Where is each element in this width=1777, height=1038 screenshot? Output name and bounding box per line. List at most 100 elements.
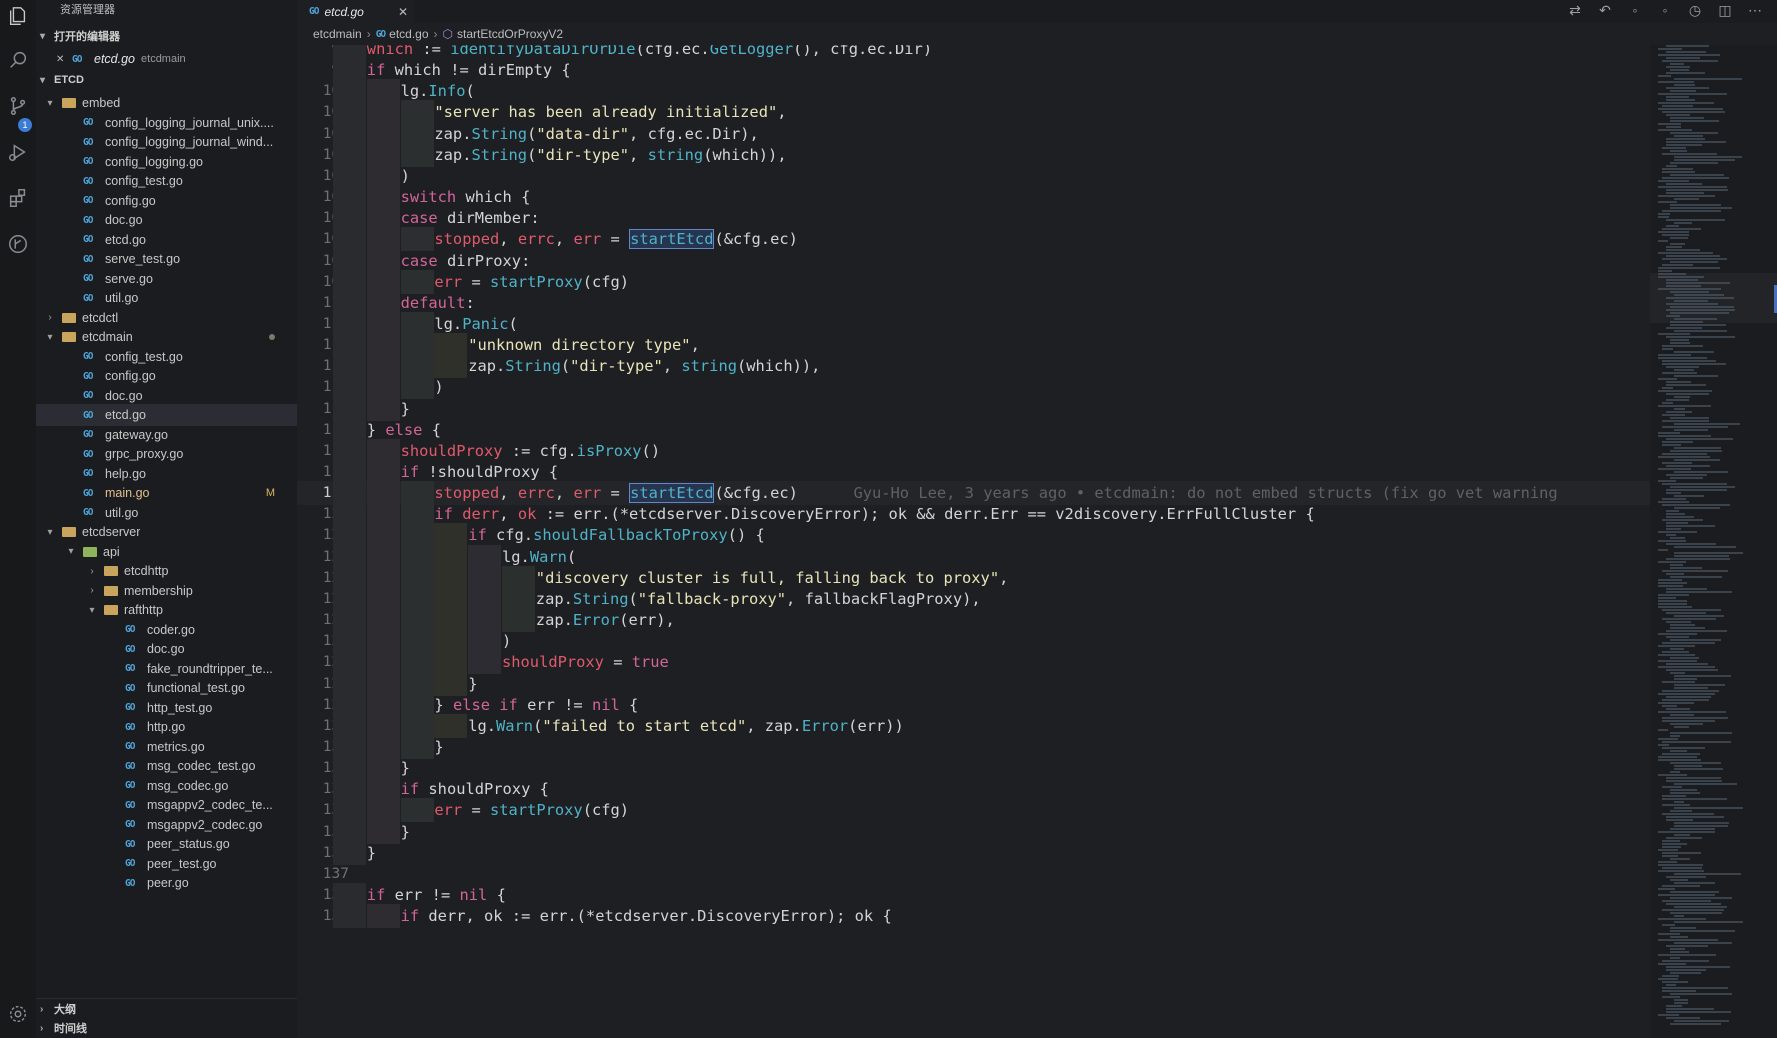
tree-file[interactable]: GO peer.go xyxy=(36,872,297,894)
minimap-line xyxy=(1670,879,1688,881)
tree-item-label: serve_test.go xyxy=(105,252,181,266)
explorer-icon[interactable] xyxy=(6,4,30,28)
go-file-icon: GO xyxy=(125,760,135,772)
tab-etcd-go[interactable]: GO etcd.go ✕ xyxy=(297,0,414,23)
tab-close-icon[interactable]: ✕ xyxy=(398,5,408,19)
code-token: (which)), xyxy=(736,357,821,376)
source-control-icon[interactable] xyxy=(6,94,30,118)
minimap-line xyxy=(1670,132,1718,134)
minimap-line xyxy=(1658,333,1690,335)
minimap-line xyxy=(1670,567,1702,569)
minimap-line xyxy=(1666,225,1679,227)
tree-item-label: util.go xyxy=(105,505,139,520)
next-change-icon[interactable]: ◦ xyxy=(1655,2,1675,19)
code-token: "data-dir" xyxy=(536,124,630,143)
tree-item-label: config_logging_journal_unix.... xyxy=(105,115,274,130)
split-editor-icon[interactable]: ◫ xyxy=(1715,2,1735,19)
code-token: , xyxy=(499,505,518,524)
minimap-line xyxy=(1662,786,1682,788)
go-file-icon: GO xyxy=(125,663,135,674)
tree-item-label: doc.go xyxy=(105,388,143,403)
run-debug-icon[interactable] xyxy=(6,140,30,164)
code-editor[interactable]: 98which := identifyDataDirOrDie(cfg.ec.G… xyxy=(297,45,1650,1038)
extensions-icon[interactable] xyxy=(6,186,30,210)
open-editors-header[interactable]: ▾ 打开的编辑器 xyxy=(36,26,297,46)
minimap-line xyxy=(1666,837,1702,839)
minimap-line xyxy=(1662,960,1709,962)
minimap-line xyxy=(1662,855,1678,857)
minimap-line xyxy=(1674,375,1718,377)
tree-item-label: main.go xyxy=(105,486,150,500)
tree-item-label: config.go xyxy=(105,369,156,383)
git-graph-icon[interactable] xyxy=(6,232,30,256)
minimap-line xyxy=(1658,231,1689,233)
code-token: stopped xyxy=(434,484,500,503)
minimap-line xyxy=(1666,630,1727,632)
breadcrumb-symbol[interactable]: startEtcdOrProxyV2 xyxy=(457,27,563,41)
go-file-icon: GO xyxy=(83,507,93,518)
minimap-line xyxy=(1662,498,1686,500)
close-icon[interactable]: ✕ xyxy=(56,54,68,65)
minimap-line xyxy=(1674,555,1729,557)
go-back-icon[interactable]: ↶ xyxy=(1595,2,1615,19)
minimap-line xyxy=(1674,822,1729,824)
minimap-line xyxy=(1670,936,1688,938)
minimap-line xyxy=(1662,753,1700,755)
tree-item-label: serve.go xyxy=(105,271,153,286)
minimap-line xyxy=(1658,774,1687,776)
go-file-icon: GO xyxy=(83,234,93,245)
timeline-header[interactable]: › 时间线 xyxy=(36,1018,297,1038)
more-actions-icon[interactable]: ⋯ xyxy=(1745,2,1765,19)
explorer-sidebar: 资源管理器 ▾ 打开的编辑器 ✕ GO etcd.go etcdmain ▾ E… xyxy=(36,0,297,1038)
minimap-line xyxy=(1674,318,1717,320)
minimap-line xyxy=(1658,666,1715,668)
workspace-root-header[interactable]: ▾ ETCD xyxy=(36,70,297,90)
minimap-line xyxy=(1658,354,1691,356)
code-token: ( xyxy=(527,124,537,143)
minimap-line xyxy=(1662,741,1731,743)
minimap-line xyxy=(1662,228,1701,230)
minimap-line xyxy=(1658,540,1686,542)
minimap-line xyxy=(1662,210,1721,212)
search-icon[interactable] xyxy=(6,48,30,72)
timeline-icon[interactable]: ◷ xyxy=(1685,2,1705,19)
tree-item-label: rafthttp xyxy=(124,603,163,617)
minimap-line xyxy=(1666,489,1727,491)
minimap-line xyxy=(1658,756,1697,758)
minimap-line xyxy=(1662,813,1714,815)
tree-item-label: msg_codec.go xyxy=(147,778,229,793)
go-file-icon: GO xyxy=(72,53,82,65)
code-token: , xyxy=(629,145,648,164)
code-token: lg. xyxy=(434,314,463,333)
code-token: lg. xyxy=(502,547,530,566)
code-token: = xyxy=(462,272,491,291)
code-token: err xyxy=(434,801,463,820)
minimap-line xyxy=(1662,690,1719,692)
minimap-line xyxy=(1658,711,1726,713)
tab-label: etcd.go xyxy=(324,4,364,19)
compare-changes-icon[interactable]: ⇄ xyxy=(1565,2,1585,19)
minimap[interactable] xyxy=(1650,45,1777,1038)
code-token: if xyxy=(400,907,420,926)
outline-header[interactable]: › 大纲 xyxy=(36,998,297,1019)
minimap-line xyxy=(1670,891,1719,893)
breadcrumb-folder[interactable]: etcdmain xyxy=(313,27,362,41)
go-file-icon: GO xyxy=(83,390,93,401)
minimap-line xyxy=(1658,744,1669,746)
minimap-line xyxy=(1662,681,1695,683)
minimap-line xyxy=(1666,591,1732,593)
tree-item-label: peer.go xyxy=(147,876,189,890)
minimap-line xyxy=(1666,516,1694,518)
minimap-line xyxy=(1658,561,1686,563)
code-token: zap. xyxy=(434,145,472,164)
go-file-icon: GO xyxy=(309,6,320,17)
minimap-line xyxy=(1666,663,1708,665)
minimap-line xyxy=(1662,804,1690,806)
minimap-line xyxy=(1670,576,1722,578)
open-editor-item[interactable]: ✕ GO etcd.go etcdmain xyxy=(36,48,297,70)
settings-gear-icon[interactable] xyxy=(6,1002,30,1026)
tree-item-label: coder.go xyxy=(147,622,195,637)
previous-change-icon[interactable]: ◦ xyxy=(1625,2,1645,19)
breadcrumb-file[interactable]: etcd.go xyxy=(389,27,428,41)
minimap-line xyxy=(1674,678,1697,680)
